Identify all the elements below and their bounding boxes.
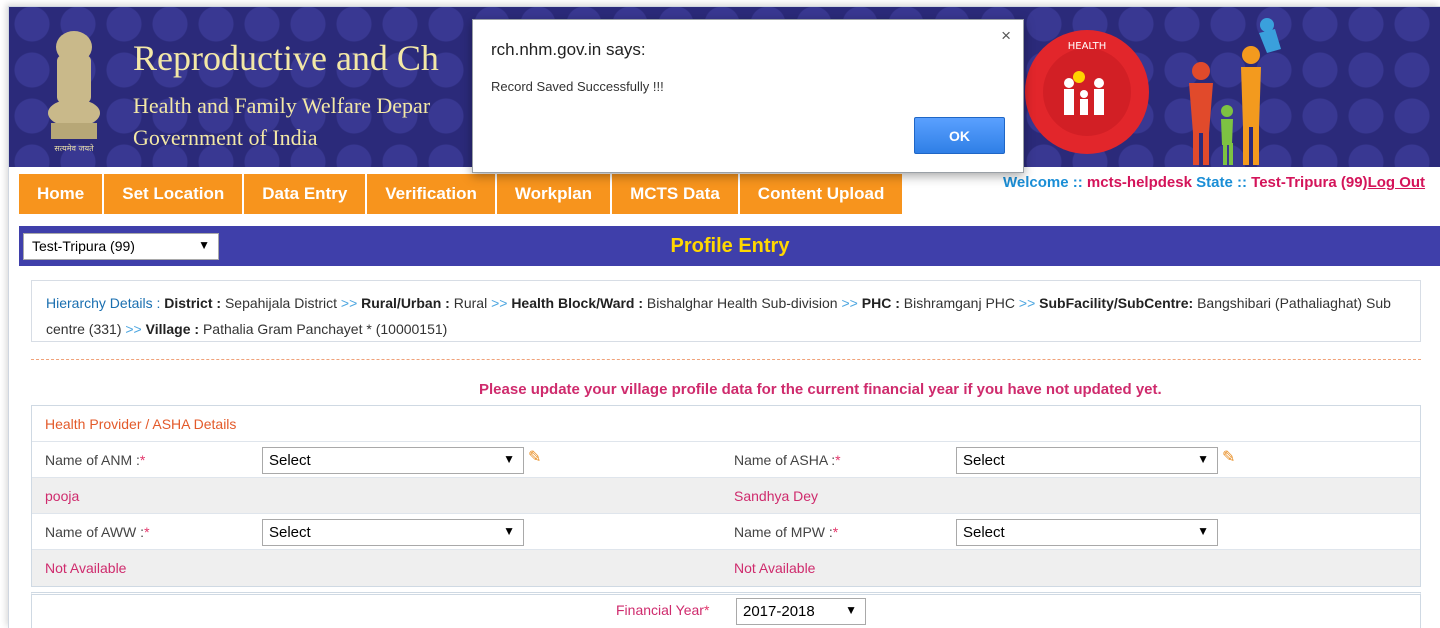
breadcrumb-separator: >>	[1018, 295, 1036, 311]
breadcrumb-separator: >>	[125, 321, 142, 337]
health-block-label: Health Block/Ward :	[511, 295, 644, 311]
financial-year-select[interactable]: 2017-2018 ▼	[736, 598, 866, 625]
update-notice: Please update your village profile data …	[479, 381, 1162, 398]
nav-data-entry[interactable]: Data Entry	[244, 174, 368, 214]
form-row-aww-mpw-names: Not Available Not Available	[32, 550, 1420, 586]
dropdown-arrow-icon: ▼	[1197, 524, 1209, 538]
rural-urban-value: Rural	[449, 295, 492, 311]
anm-name: pooja	[45, 488, 80, 504]
page-title: Profile Entry	[670, 235, 790, 257]
breadcrumb-separator: >>	[841, 295, 858, 311]
required-mark: *	[139, 452, 146, 468]
fy-label: Financial Year	[616, 602, 704, 618]
site-subtitle-government: Government of India	[133, 125, 318, 150]
welcome-state-label: State ::	[1191, 174, 1252, 191]
dropdown-arrow-icon: ▼	[503, 524, 515, 538]
mpw-select-value: Select	[963, 524, 1005, 541]
mpw-select[interactable]: Select ▼	[956, 519, 1218, 546]
asha-label-cell: Name of ASHA : *	[734, 442, 841, 478]
logout-link[interactable]: Log Out	[1368, 174, 1425, 191]
form-row-aww-mpw: Name of AWW : * Select ▼ Name of MPW : *…	[32, 514, 1420, 550]
asha-select-value: Select	[963, 452, 1005, 469]
breadcrumb-separator: >>	[340, 295, 358, 311]
alert-dialog: rch.nhm.gov.in says: × Record Saved Succ…	[472, 19, 1024, 173]
mpw-name: Not Available	[734, 560, 816, 576]
aww-name: Not Available	[45, 560, 127, 576]
form-row-anm-asha: Name of ANM : * Select ▼ ✎ Name of ASHA …	[32, 442, 1420, 478]
hierarchy-details: Hierarchy Details : District : Sepahijal…	[31, 280, 1421, 342]
form-row-anm-asha-names: pooja Sandhya Dey	[32, 478, 1420, 514]
aww-label-cell: Name of AWW : *	[45, 514, 150, 550]
aww-select-value: Select	[269, 524, 311, 541]
section-header: Health Provider / ASHA Details	[32, 406, 1420, 442]
nav-mcts-data[interactable]: MCTS Data	[612, 174, 740, 214]
nav-content-upload[interactable]: Content Upload	[739, 174, 905, 214]
asha-label: Name of ASHA :	[734, 452, 836, 468]
required-mark: *	[144, 524, 150, 540]
required-mark: *	[703, 602, 710, 618]
dialog-title: rch.nhm.gov.in says:	[491, 40, 646, 59]
asha-select[interactable]: Select ▼	[956, 447, 1218, 474]
anm-select-value: Select	[269, 452, 311, 469]
welcome-user: mcts-helpdesk	[1086, 174, 1192, 191]
fy-select-value: 2017-2018	[743, 603, 815, 620]
mpw-label-cell: Name of MPW : *	[734, 514, 838, 550]
aww-label: Name of AWW :	[45, 524, 145, 540]
family-illustration	[1189, 18, 1281, 165]
dropdown-arrow-icon: ▼	[1197, 452, 1209, 466]
nav-set-location[interactable]: Set Location	[104, 174, 245, 214]
nav-home[interactable]: Home	[19, 174, 105, 214]
edit-pencil-icon[interactable]: ✎	[1222, 447, 1235, 467]
district-value: Sepahijala District	[221, 295, 341, 311]
dropdown-arrow-icon: ▼	[845, 603, 857, 617]
fy-label-cell: Financial Year*	[616, 602, 709, 618]
national-health-mission-logo: HEALTH	[1025, 30, 1149, 154]
anm-select[interactable]: Select ▼	[262, 447, 524, 474]
site-title: Reproductive and Ch	[133, 38, 439, 78]
aww-select[interactable]: Select ▼	[262, 519, 524, 546]
mpw-label: Name of MPW :	[734, 524, 833, 540]
anm-label: Name of ANM :	[45, 452, 140, 468]
breadcrumb-separator: >>	[491, 295, 508, 311]
divider	[31, 359, 1421, 360]
close-icon[interactable]: ×	[1001, 26, 1011, 46]
dialog-message: Record Saved Successfully !!!	[491, 79, 664, 94]
health-block-value: Bishalghar Health Sub-division	[643, 295, 842, 311]
section-title: Health Provider / ASHA Details	[45, 415, 237, 432]
browser-page: सत्यमेव जयते Reproductive and Ch Health …	[8, 6, 1440, 628]
main-nav: Home Set Location Data Entry Verificatio…	[19, 174, 905, 214]
phc-value: Bishramganj PHC	[899, 295, 1019, 311]
required-mark: *	[835, 452, 841, 468]
village-value: Pathalia Gram Panchayet * (10000151)	[199, 321, 448, 337]
ok-button[interactable]: OK	[914, 117, 1005, 154]
profile-bar: Test-Tripura (99) ▼ Profile Entry	[19, 226, 1440, 266]
svg-text:HEALTH: HEALTH	[1068, 41, 1107, 52]
village-label: Village :	[145, 321, 200, 337]
phc-label: PHC :	[861, 295, 900, 311]
subcentre-label: SubFacility/SubCentre:	[1039, 295, 1194, 311]
svg-text:सत्यमेव जयते: सत्यमेव जयते	[54, 143, 94, 153]
health-provider-form: Health Provider / ASHA Details Name of A…	[31, 405, 1421, 587]
rural-urban-label: Rural/Urban :	[361, 295, 450, 311]
national-emblem-icon: सत्यमेव जयते	[48, 31, 100, 153]
welcome-label: Welcome ::	[1003, 174, 1087, 191]
site-subtitle-ministry: Health and Family Welfare Depar	[133, 93, 431, 118]
nav-verification[interactable]: Verification	[367, 174, 497, 214]
nav-workplan[interactable]: Workplan	[496, 174, 613, 214]
anm-label-cell: Name of ANM : *	[45, 442, 145, 478]
district-label: District :	[164, 295, 222, 311]
edit-pencil-icon[interactable]: ✎	[528, 447, 541, 467]
hierarchy-heading: Hierarchy Details :	[46, 295, 165, 311]
financial-year-row: Financial Year* 2017-2018 ▼	[31, 592, 1421, 628]
dropdown-arrow-icon: ▼	[503, 452, 515, 466]
welcome-state: Test-Tripura (99)	[1251, 174, 1368, 191]
required-mark: *	[832, 524, 839, 540]
asha-name: Sandhya Dey	[734, 488, 819, 504]
welcome-bar: Welcome :: mcts-helpdesk State :: Test-T…	[1003, 174, 1425, 191]
